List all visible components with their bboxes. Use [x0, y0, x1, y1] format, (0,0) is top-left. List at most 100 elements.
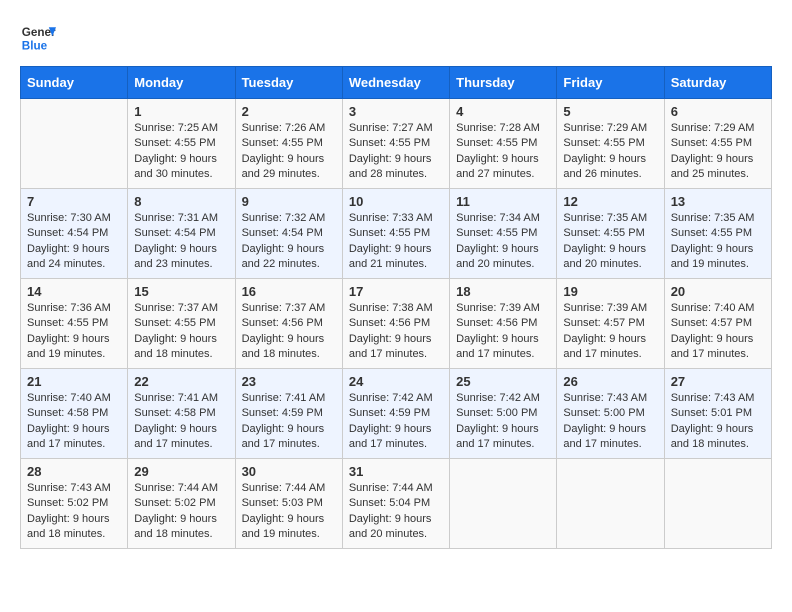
calendar-day-cell: 29Sunrise: 7:44 AM Sunset: 5:02 PM Dayli…	[128, 459, 235, 549]
logo: General Blue	[20, 20, 56, 56]
day-info: Sunrise: 7:38 AM Sunset: 4:56 PM Dayligh…	[349, 301, 443, 363]
day-number: 26	[563, 374, 657, 389]
calendar-day-cell: 5 Sunrise: 7:29 AM Sunset: 4:55 PM Daylig…	[557, 99, 664, 189]
calendar-day-cell: 4 Sunrise: 7:28 AM Sunset: 4:55 PM Daylig…	[450, 99, 557, 189]
day-info: Sunrise: 7:35 AM Sunset: 4:55 PM Dayligh…	[563, 211, 657, 273]
day-number: 31	[349, 464, 443, 479]
day-info: Sunrise: 7:30 AM Sunset: 4:54 PM Dayligh…	[27, 211, 121, 273]
day-info: Sunrise: 7:41 AM Sunset: 4:59 PM Dayligh…	[242, 391, 336, 453]
calendar-day-header: Saturday	[664, 67, 771, 99]
svg-text:Blue: Blue	[22, 40, 48, 53]
calendar-day-cell	[557, 459, 664, 549]
calendar-day-header: Tuesday	[235, 67, 342, 99]
day-info: Sunrise: 7:43 AM Sunset: 5:00 PM Dayligh…	[563, 391, 657, 453]
day-number: 30	[242, 464, 336, 479]
day-info: Sunrise: 7:39 AM Sunset: 4:56 PM Dayligh…	[456, 301, 550, 363]
day-info: Sunrise: 7:43 AM Sunset: 5:01 PM Dayligh…	[671, 391, 765, 453]
day-number: 8	[134, 194, 228, 209]
calendar-header-row: SundayMondayTuesdayWednesdayThursdayFrid…	[21, 67, 772, 99]
day-number: 16	[242, 284, 336, 299]
calendar-day-cell: 22 Sunrise: 7:41 AM Sunset: 4:58 PM Dayli…	[128, 369, 235, 459]
calendar-day-cell: 3 Sunrise: 7:27 AM Sunset: 4:55 PM Daylig…	[342, 99, 449, 189]
calendar-day-cell: 27 Sunrise: 7:43 AM Sunset: 5:01 PM Dayli…	[664, 369, 771, 459]
calendar-week-row: 1Sunrise: 7:25 AM Sunset: 4:55 PM Daylig…	[21, 99, 772, 189]
day-info: Sunrise: 7:32 AM Sunset: 4:54 PM Dayligh…	[242, 211, 336, 273]
calendar-day-cell: 26 Sunrise: 7:43 AM Sunset: 5:00 PM Dayli…	[557, 369, 664, 459]
calendar-day-cell: 20 Sunrise: 7:40 AM Sunset: 4:57 PM Dayli…	[664, 279, 771, 369]
calendar-day-cell: 7 Sunrise: 7:30 AM Sunset: 4:54 PM Daylig…	[21, 189, 128, 279]
day-number: 21	[27, 374, 121, 389]
day-info: Sunrise: 7:27 AM Sunset: 4:55 PM Dayligh…	[349, 121, 443, 183]
calendar-body: 1Sunrise: 7:25 AM Sunset: 4:55 PM Daylig…	[21, 99, 772, 549]
calendar-day-cell: 16 Sunrise: 7:37 AM Sunset: 4:56 PM Dayli…	[235, 279, 342, 369]
day-number: 3	[349, 104, 443, 119]
day-number: 27	[671, 374, 765, 389]
day-info: Sunrise: 7:29 AM Sunset: 4:55 PM Dayligh…	[563, 121, 657, 183]
day-info: Sunrise: 7:40 AM Sunset: 4:57 PM Dayligh…	[671, 301, 765, 363]
day-number: 28	[27, 464, 121, 479]
calendar-week-row: 14 Sunrise: 7:36 AM Sunset: 4:55 PM Dayli…	[21, 279, 772, 369]
day-info: Sunrise: 7:37 AM Sunset: 4:55 PM Dayligh…	[134, 301, 228, 363]
day-number: 10	[349, 194, 443, 209]
calendar-day-cell: 12 Sunrise: 7:35 AM Sunset: 4:55 PM Dayli…	[557, 189, 664, 279]
calendar-day-cell: 31 Sunrise: 7:44 AM Sunset: 5:04 PM Dayli…	[342, 459, 449, 549]
day-number: 18	[456, 284, 550, 299]
calendar-week-row: 21Sunrise: 7:40 AM Sunset: 4:58 PM Dayli…	[21, 369, 772, 459]
calendar-day-cell: 24Sunrise: 7:42 AM Sunset: 4:59 PM Dayli…	[342, 369, 449, 459]
calendar-day-cell	[21, 99, 128, 189]
calendar-day-header: Monday	[128, 67, 235, 99]
day-info: Sunrise: 7:34 AM Sunset: 4:55 PM Dayligh…	[456, 211, 550, 273]
logo-icon: General Blue	[20, 20, 56, 56]
day-info: Sunrise: 7:31 AM Sunset: 4:54 PM Dayligh…	[134, 211, 228, 273]
day-info: Sunrise: 7:26 AM Sunset: 4:55 PM Dayligh…	[242, 121, 336, 183]
calendar-day-cell: 23Sunrise: 7:41 AM Sunset: 4:59 PM Dayli…	[235, 369, 342, 459]
calendar-day-cell: 21Sunrise: 7:40 AM Sunset: 4:58 PM Dayli…	[21, 369, 128, 459]
day-number: 4	[456, 104, 550, 119]
day-number: 7	[27, 194, 121, 209]
day-info: Sunrise: 7:44 AM Sunset: 5:04 PM Dayligh…	[349, 481, 443, 543]
day-number: 14	[27, 284, 121, 299]
day-number: 20	[671, 284, 765, 299]
day-number: 17	[349, 284, 443, 299]
calendar-day-header: Sunday	[21, 67, 128, 99]
day-info: Sunrise: 7:28 AM Sunset: 4:55 PM Dayligh…	[456, 121, 550, 183]
day-number: 29	[134, 464, 228, 479]
day-info: Sunrise: 7:42 AM Sunset: 5:00 PM Dayligh…	[456, 391, 550, 453]
day-info: Sunrise: 7:35 AM Sunset: 4:55 PM Dayligh…	[671, 211, 765, 273]
calendar-day-cell: 8 Sunrise: 7:31 AM Sunset: 4:54 PM Daylig…	[128, 189, 235, 279]
calendar-day-cell: 17 Sunrise: 7:38 AM Sunset: 4:56 PM Dayli…	[342, 279, 449, 369]
calendar-day-cell: 15 Sunrise: 7:37 AM Sunset: 4:55 PM Dayli…	[128, 279, 235, 369]
day-number: 25	[456, 374, 550, 389]
day-number: 22	[134, 374, 228, 389]
calendar-day-cell: 14 Sunrise: 7:36 AM Sunset: 4:55 PM Dayli…	[21, 279, 128, 369]
day-info: Sunrise: 7:41 AM Sunset: 4:58 PM Dayligh…	[134, 391, 228, 453]
day-info: Sunrise: 7:42 AM Sunset: 4:59 PM Dayligh…	[349, 391, 443, 453]
day-info: Sunrise: 7:39 AM Sunset: 4:57 PM Dayligh…	[563, 301, 657, 363]
day-number: 12	[563, 194, 657, 209]
day-info: Sunrise: 7:25 AM Sunset: 4:55 PM Dayligh…	[134, 121, 228, 183]
calendar-day-cell: 18 Sunrise: 7:39 AM Sunset: 4:56 PM Dayli…	[450, 279, 557, 369]
day-info: Sunrise: 7:29 AM Sunset: 4:55 PM Dayligh…	[671, 121, 765, 183]
day-info: Sunrise: 7:37 AM Sunset: 4:56 PM Dayligh…	[242, 301, 336, 363]
day-number: 15	[134, 284, 228, 299]
day-number: 19	[563, 284, 657, 299]
calendar-week-row: 7 Sunrise: 7:30 AM Sunset: 4:54 PM Daylig…	[21, 189, 772, 279]
day-info: Sunrise: 7:44 AM Sunset: 5:03 PM Dayligh…	[242, 481, 336, 543]
day-info: Sunrise: 7:33 AM Sunset: 4:55 PM Dayligh…	[349, 211, 443, 273]
calendar-day-cell	[450, 459, 557, 549]
day-number: 9	[242, 194, 336, 209]
day-info: Sunrise: 7:36 AM Sunset: 4:55 PM Dayligh…	[27, 301, 121, 363]
calendar-day-cell: 9 Sunrise: 7:32 AM Sunset: 4:54 PM Daylig…	[235, 189, 342, 279]
calendar-day-cell: 1Sunrise: 7:25 AM Sunset: 4:55 PM Daylig…	[128, 99, 235, 189]
calendar-day-cell: 6 Sunrise: 7:29 AM Sunset: 4:55 PM Daylig…	[664, 99, 771, 189]
calendar-day-cell: 19 Sunrise: 7:39 AM Sunset: 4:57 PM Dayli…	[557, 279, 664, 369]
calendar-day-header: Friday	[557, 67, 664, 99]
day-number: 6	[671, 104, 765, 119]
calendar-day-cell: 10 Sunrise: 7:33 AM Sunset: 4:55 PM Dayli…	[342, 189, 449, 279]
calendar-day-header: Wednesday	[342, 67, 449, 99]
day-number: 13	[671, 194, 765, 209]
calendar-day-cell: 13 Sunrise: 7:35 AM Sunset: 4:55 PM Dayli…	[664, 189, 771, 279]
header: General Blue	[20, 20, 772, 56]
day-number: 5	[563, 104, 657, 119]
calendar-day-cell: 25 Sunrise: 7:42 AM Sunset: 5:00 PM Dayli…	[450, 369, 557, 459]
